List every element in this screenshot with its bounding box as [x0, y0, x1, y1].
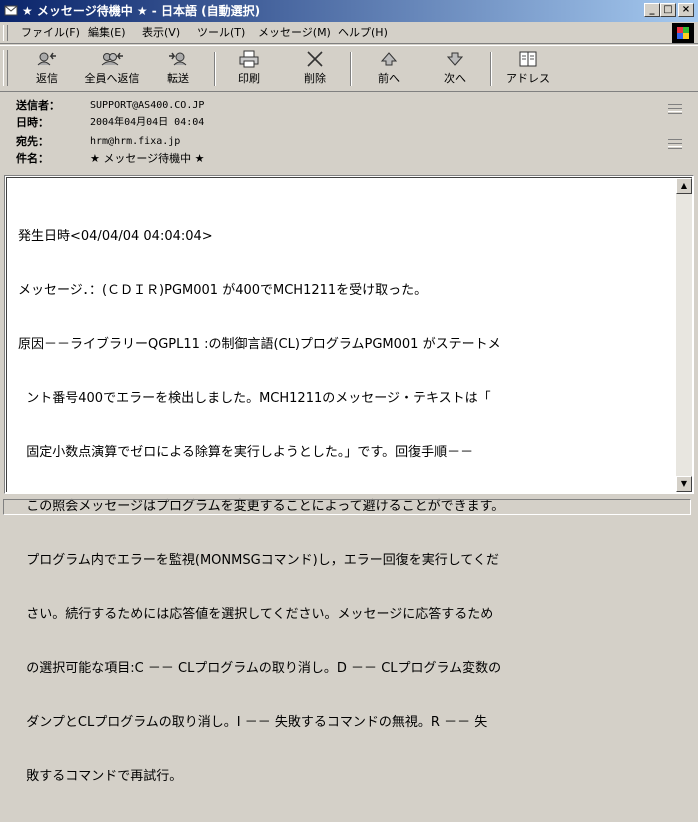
- body-line: 敗するコマンドで再試行。: [18, 769, 183, 784]
- reply-all-label: 全員へ返信: [84, 72, 140, 85]
- forward-icon: [150, 49, 206, 69]
- message-body[interactable]: 発生日時<04/04/04 04:04:04> メッセージ．：(ＣＤＩＲ)PGM…: [4, 175, 694, 784]
- delete-button[interactable]: 削除: [290, 49, 340, 89]
- address-book-button[interactable]: アドレス: [500, 49, 556, 89]
- header-expand-icon[interactable]: [668, 104, 682, 114]
- subject-label: 件名：: [16, 152, 49, 165]
- reply-all-icon: [80, 49, 144, 69]
- delete-label: 削除: [304, 72, 326, 85]
- previous-button[interactable]: 前へ: [364, 49, 414, 89]
- menu-tools[interactable]: ツール(T): [197, 26, 245, 40]
- previous-label: 前へ: [378, 72, 400, 85]
- address-book-label: アドレス: [506, 72, 550, 85]
- vertical-scrollbar[interactable]: ▲ ▼: [676, 178, 692, 492]
- print-icon: [224, 49, 274, 69]
- toolbar-grip[interactable]: [3, 50, 8, 86]
- from-label: 送信者：: [16, 99, 60, 112]
- subject-value: ★ メッセージ待機中 ★: [90, 152, 205, 165]
- status-bar: [0, 496, 698, 520]
- body-line: 発生日時<04/04/04 04:04:04>: [18, 229, 213, 244]
- body-line: ント番号400でエラーを検出しました。MCH1211のメッセージ・テキストは「: [18, 391, 491, 406]
- print-label: 印刷: [238, 72, 260, 85]
- reply-label: 返信: [36, 72, 58, 85]
- menu-message[interactable]: メッセージ(M): [258, 26, 331, 40]
- menu-grip[interactable]: [3, 25, 8, 41]
- scroll-up-button[interactable]: ▲: [676, 178, 692, 194]
- body-line: ダンプとCLプログラムの取り消し。I －－ 失敗するコマンドの無視。R －－ 失: [18, 715, 488, 730]
- menu-file[interactable]: ファイル(F): [21, 26, 80, 40]
- scroll-down-button[interactable]: ▼: [676, 476, 692, 492]
- reply-button[interactable]: 返信: [22, 49, 72, 89]
- next-label: 次へ: [444, 72, 466, 85]
- title-bar: ★ メッセージ待機中 ★ - 日本語 (自動選択) _ □ ×: [0, 0, 698, 22]
- reply-all-button[interactable]: 全員へ返信: [80, 49, 144, 89]
- date-value: 2004年04月04日 04:04: [90, 117, 205, 128]
- next-button[interactable]: 次へ: [430, 49, 480, 89]
- menu-edit[interactable]: 編集(E): [88, 26, 126, 40]
- body-line: の選択可能な項目:C －－ CLプログラムの取り消し。D －－ CLプログラム変…: [18, 661, 502, 676]
- date-label: 日時：: [16, 116, 49, 129]
- to-value[interactable]: hrm@hrm.fixa.jp: [90, 135, 180, 149]
- minimize-button[interactable]: _: [644, 3, 660, 17]
- toolbar-separator: [214, 52, 216, 86]
- maximize-button[interactable]: □: [660, 3, 676, 17]
- toolbar-separator: [490, 52, 492, 86]
- body-line: メッセージ．：(ＣＤＩＲ)PGM001 が400でMCH1211を受け取った。: [18, 283, 428, 298]
- header-expand-icon[interactable]: [668, 139, 682, 149]
- message-header: 送信者： SUPPORT@AS400.CO.JP 日時： 2004年04月04日…: [0, 93, 698, 173]
- print-button[interactable]: 印刷: [224, 49, 274, 89]
- status-pane: [3, 499, 691, 515]
- body-line: さい。続行するためには応答値を選択してください。メッセージに応答するため: [18, 607, 494, 622]
- message-body-inner: 発生日時<04/04/04 04:04:04> メッセージ．：(ＣＤＩＲ)PGM…: [6, 177, 692, 784]
- mail-envelope-icon: [3, 3, 19, 19]
- address-book-icon: [500, 49, 556, 69]
- to-label: 宛先：: [16, 135, 49, 148]
- body-line: 原因－－ライブラリーQGPL11 :の制御言語(CL)プログラムPGM001 が…: [18, 337, 501, 352]
- from-value[interactable]: SUPPORT@AS400.CO.JP: [90, 99, 204, 113]
- toolbar-separator: [350, 52, 352, 86]
- forward-label: 転送: [167, 72, 189, 85]
- body-line: プログラム内でエラーを監視(MONMSGコマンド)し，エラー回復を実行してくだ: [18, 553, 499, 568]
- close-button[interactable]: ×: [678, 3, 694, 17]
- body-line: 固定小数点演算でゼロによる除算を実行しようとした。」です。回復手順－－: [18, 445, 474, 460]
- windows-logo-icon: [672, 23, 694, 43]
- previous-icon: [364, 49, 414, 69]
- toolbar: 返信 全員へ返信 転送 印刷 削除 前へ 次へ アドレス: [0, 45, 698, 92]
- reply-icon: [22, 49, 72, 69]
- window-title: ★ メッセージ待機中 ★ - 日本語 (自動選択): [22, 4, 261, 18]
- delete-icon: [290, 49, 340, 69]
- forward-button[interactable]: 転送: [150, 49, 206, 89]
- menu-view[interactable]: 表示(V): [142, 26, 180, 40]
- menu-bar: ファイル(F) 編集(E) 表示(V) ツール(T) メッセージ(M) ヘルプ(…: [0, 22, 698, 44]
- menu-help[interactable]: ヘルプ(H): [338, 26, 388, 40]
- next-icon: [430, 49, 480, 69]
